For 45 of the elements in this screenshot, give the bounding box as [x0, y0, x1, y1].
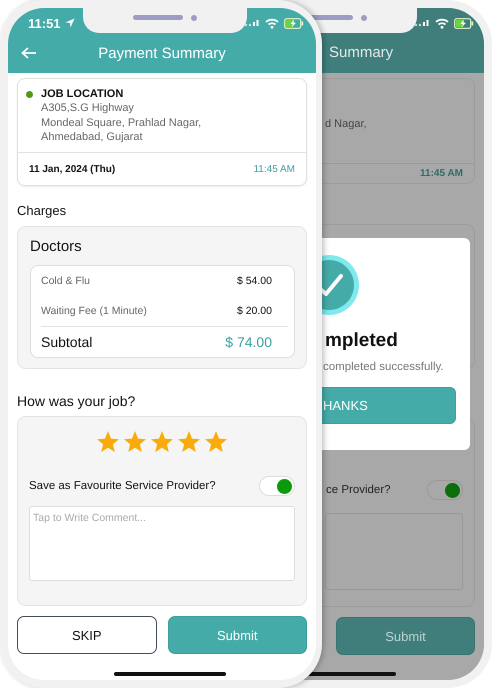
screen-title: Payment Summary — [98, 44, 226, 62]
toggle-switch[interactable] — [427, 480, 463, 500]
location-label: JOB LOCATION — [41, 88, 124, 100]
charge-name: Waiting Fee (1 Minute) — [41, 305, 147, 317]
status-time: 11:51 — [28, 16, 61, 30]
address-text: Ahmedabad, Gujarat — [41, 130, 144, 144]
section-heading: How was your job? — [17, 393, 136, 409]
dialog-title: mpleted — [324, 330, 399, 352]
date-text: 11 Jan, 2024 (Thu) — [29, 164, 116, 174]
submit-button[interactable]: Submit — [168, 616, 307, 654]
charge-name: Cold & Flu — [41, 275, 90, 287]
submit-button[interactable]: Submit — [336, 617, 475, 655]
screen-title: Summary — [329, 44, 394, 61]
star-icon — [150, 430, 174, 452]
battery-icon — [284, 18, 304, 28]
section-heading: Charges — [17, 203, 68, 218]
address-text: Mondeal Square, Prahlad Nagar, — [41, 116, 202, 130]
wifi-icon — [435, 18, 449, 28]
subtotal-label: Subtotal — [41, 334, 92, 350]
category-title: Doctors — [30, 238, 83, 255]
signal-icon — [244, 19, 260, 27]
camera-dot — [191, 14, 197, 20]
star-icon — [177, 430, 201, 452]
charge-amount: $ 54.00 — [236, 275, 272, 287]
address-text: A305,S.G Highway — [41, 101, 135, 116]
back-arrow-icon — [21, 47, 37, 59]
charge-amount: $ 20.00 — [236, 305, 272, 317]
time-text: 11:45 AM — [253, 164, 295, 174]
subtotal-amount: $ 74.00 — [225, 334, 272, 350]
battery-icon — [454, 18, 474, 28]
star-icon — [204, 430, 228, 452]
favourite-label: Save as Favourite Service Provider? — [29, 480, 216, 492]
favourite-label: ce Provider? — [326, 484, 391, 496]
speaker-grille — [133, 15, 183, 20]
comment-field[interactable] — [325, 513, 463, 590]
time-text: 11:45 AM — [420, 168, 463, 179]
star-icon — [123, 430, 147, 452]
signal-icon — [414, 19, 430, 27]
star-icon — [96, 430, 120, 452]
wifi-icon — [265, 18, 279, 28]
camera-dot — [361, 14, 367, 20]
skip-button[interactable]: SKIP — [17, 616, 156, 654]
dialog-message: completed successfully. — [322, 361, 445, 373]
location-arrow-icon — [64, 18, 75, 28]
location-dot-icon — [26, 91, 33, 98]
